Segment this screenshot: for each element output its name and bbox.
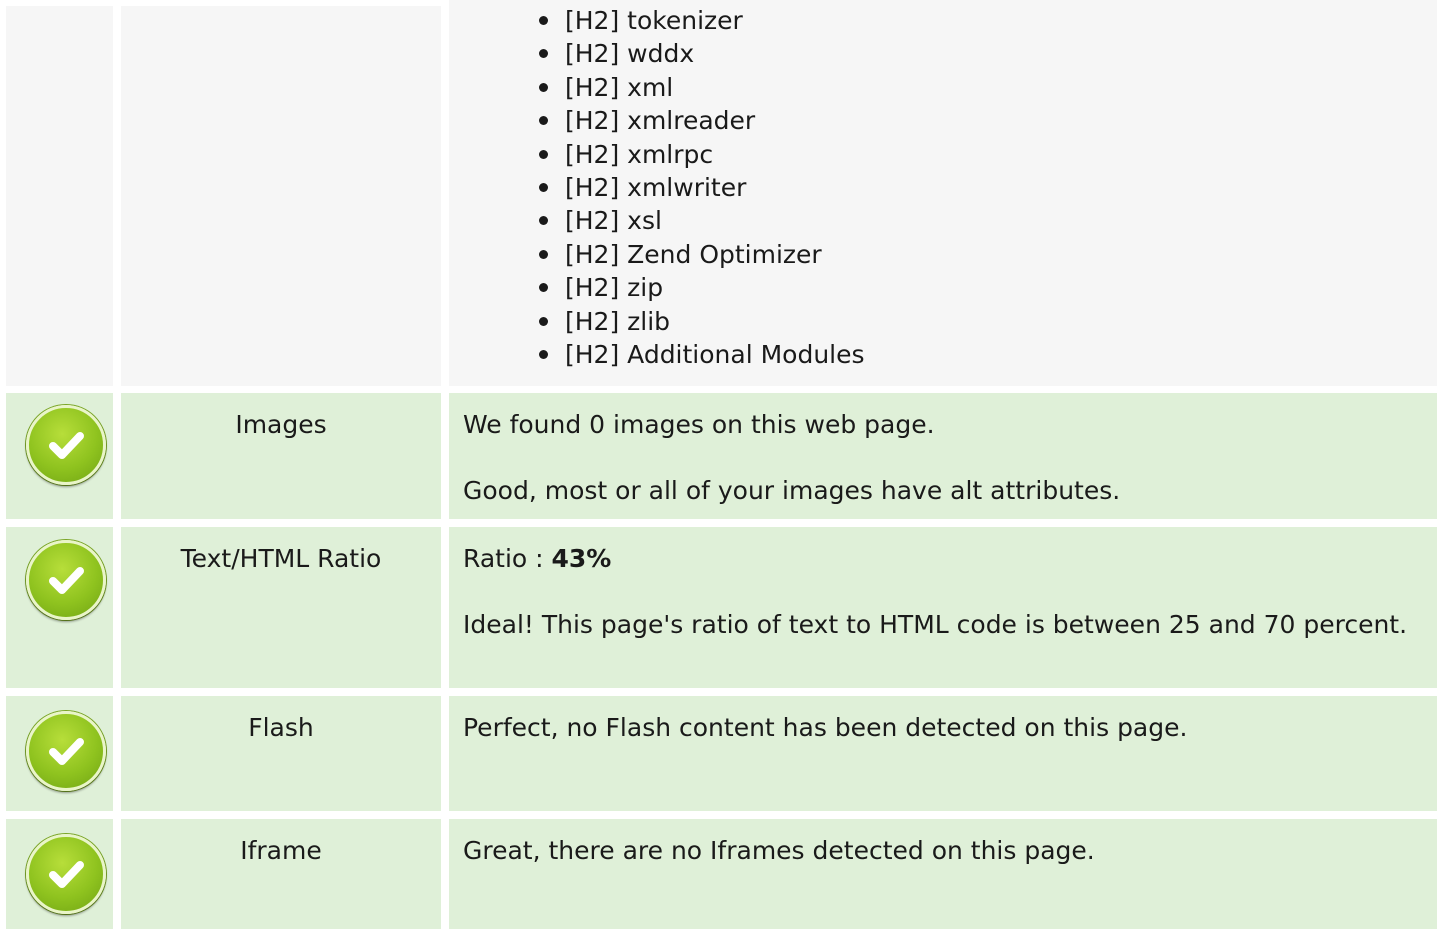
list-item: [H2] wddx [537,37,865,70]
list-item: [H2] zip [537,271,865,304]
flash-text: Perfect, no Flash content has been detec… [463,713,1188,742]
images-label: Images [121,393,441,519]
ratio-value: 43% [551,544,612,573]
check-circle-icon [26,405,106,485]
list-item: [H2] xmlreader [537,104,865,137]
headings-list: [H2] tokenizer [H2] wddx [H2] xml [H2] x… [537,4,865,371]
images-status-cell [6,393,113,519]
images-count-text: We found 0 images on this web page. [463,410,935,439]
list-item: [H2] tokenizer [537,4,865,37]
list-item: [H2] xmlrpc [537,138,865,171]
iframe-text: Great, there are no Iframes detected on … [463,836,1095,865]
list-item: [H2] Additional Modules [537,338,865,371]
images-alt-text: Good, most or all of your images have al… [463,476,1121,505]
seo-report-table: [H2] tokenizer [H2] wddx [H2] xml [H2] x… [0,0,1446,929]
check-circle-icon [26,540,106,620]
ratio-value-text: Ratio : 43% [463,544,612,573]
images-content: We found 0 images on this web page. Good… [449,393,1437,519]
flash-content: Perfect, no Flash content has been detec… [449,696,1437,811]
list-item: [H2] xmlwriter [537,171,865,204]
flash-label: Flash [121,696,441,811]
list-item: [H2] xml [537,71,865,104]
iframe-label: Iframe [121,819,441,929]
headings-list-cell: [H2] tokenizer [H2] wddx [H2] xml [H2] x… [449,0,1437,386]
status-cell-empty [6,6,113,386]
label-cell-empty [121,6,441,386]
iframe-content: Great, there are no Iframes detected on … [449,819,1437,929]
ratio-description: Ideal! This page's ratio of text to HTML… [463,610,1408,639]
check-circle-icon [26,711,106,791]
list-item: [H2] Zend Optimizer [537,238,865,271]
flash-status-cell [6,696,113,811]
ratio-label: Text/HTML Ratio [121,527,441,688]
ratio-content: Ratio : 43% Ideal! This page's ratio of … [449,527,1437,688]
check-circle-icon [26,834,106,914]
list-item: [H2] zlib [537,305,865,338]
ratio-status-cell [6,527,113,688]
iframe-status-cell [6,819,113,929]
list-item: [H2] xsl [537,204,865,237]
